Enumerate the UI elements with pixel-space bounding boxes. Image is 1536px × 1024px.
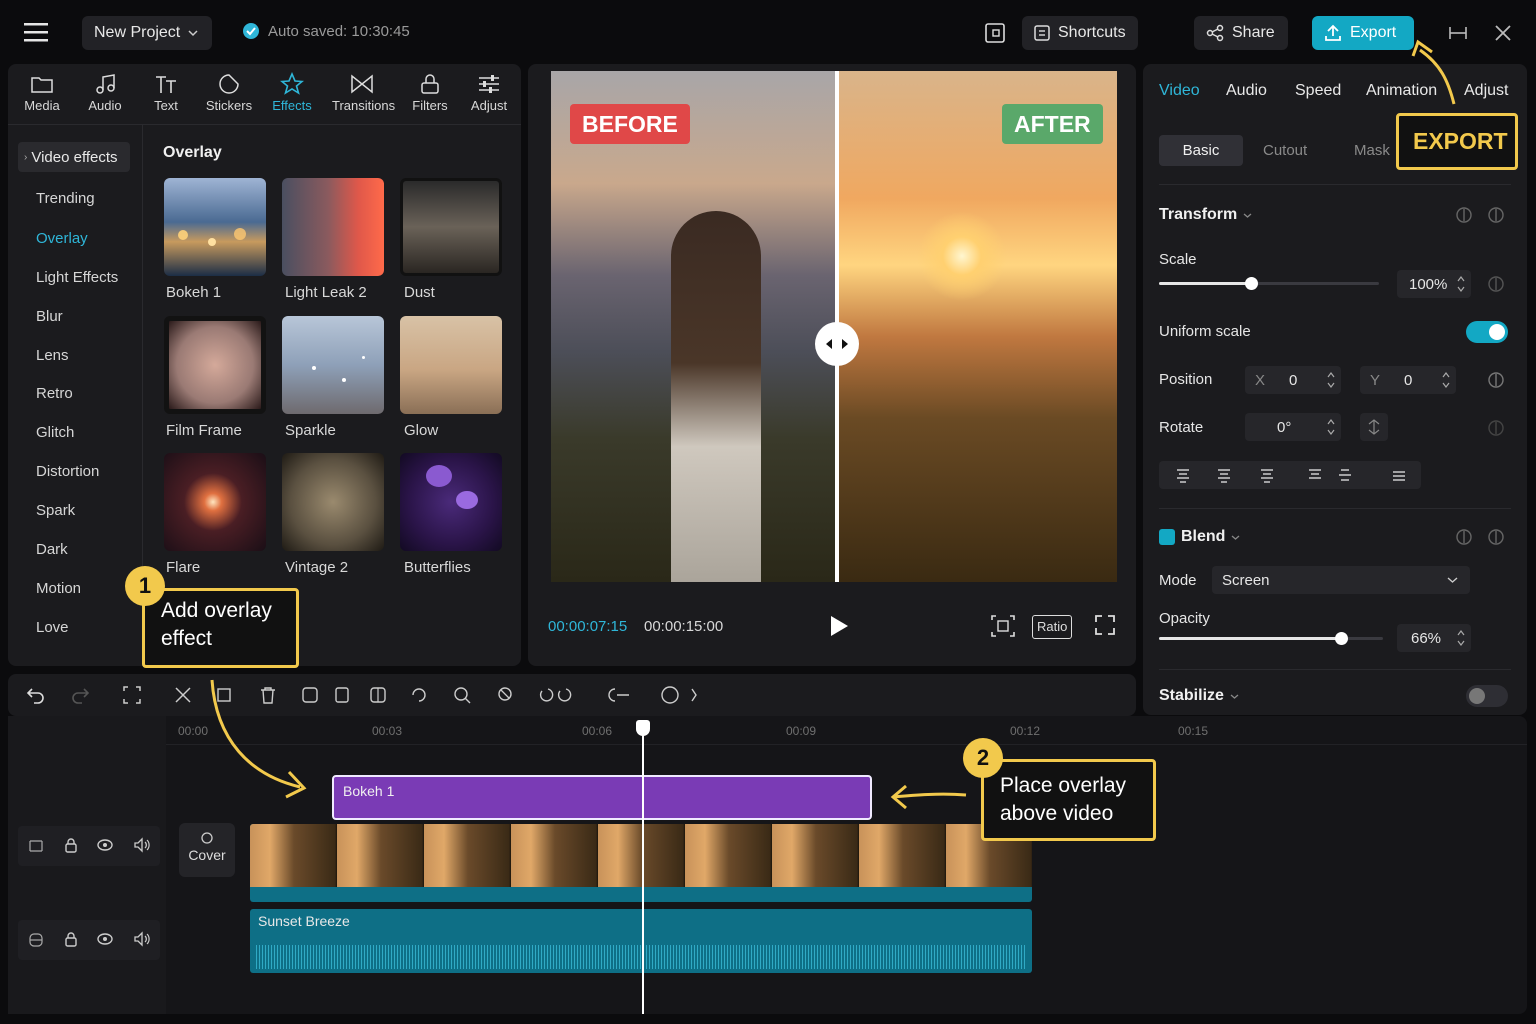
export-callout: EXPORT xyxy=(1396,113,1518,170)
export-arrowhead xyxy=(1411,39,1433,57)
step1-callout: Add overlay effect xyxy=(142,588,299,668)
step1-badge: 1 xyxy=(125,566,165,606)
step2-callout: Place overlay above video xyxy=(981,759,1156,841)
annotation-arrows xyxy=(210,39,1456,810)
step2-arrow xyxy=(892,792,967,799)
step2-badge: 2 xyxy=(963,738,1003,778)
export-arrow xyxy=(1419,48,1456,105)
step1-arrow xyxy=(210,679,301,789)
